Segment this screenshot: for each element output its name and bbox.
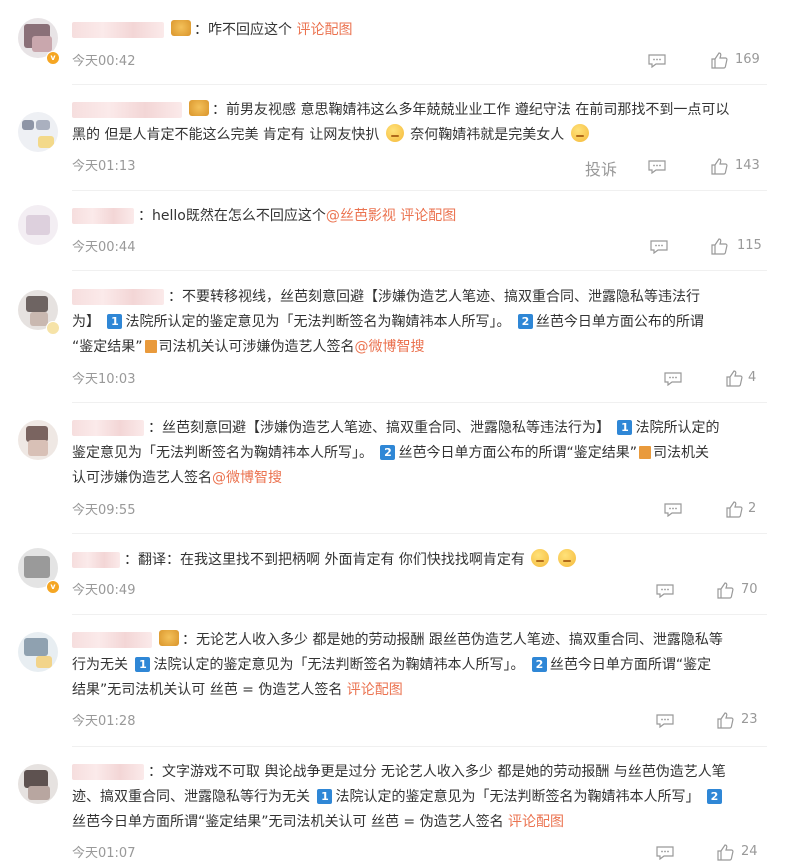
number-badge-icon: 1 xyxy=(107,314,123,329)
number-badge-icon: 1 xyxy=(317,789,333,804)
comment-icon[interactable] xyxy=(648,160,666,174)
emoji-icon xyxy=(385,124,404,142)
mention-link[interactable]: @丝芭影视 xyxy=(326,208,396,224)
avatar[interactable] xyxy=(18,632,58,672)
comment-text: ：不要转移视线，丝芭刻意回避【涉嫌伪造艺人笔迹、搞双重合同、泄露隐私等违法行 为… xyxy=(72,289,704,355)
like-count: 2 xyxy=(748,501,757,516)
comment-icon[interactable] xyxy=(664,503,682,517)
divider xyxy=(72,190,767,191)
like-icon[interactable] xyxy=(716,843,734,861)
like-count: 169 xyxy=(735,52,760,67)
timestamp: 今天10:03 xyxy=(72,372,136,387)
report-button[interactable]: 投诉 xyxy=(585,156,617,180)
emoji-icon xyxy=(531,549,550,567)
divider xyxy=(72,84,767,85)
mention-link[interactable]: @微博智搜 xyxy=(355,339,425,355)
comment-text: ：hello既然在怎么不回应这个@丝芭影视 评论配图 xyxy=(72,204,767,229)
username-blurred[interactable] xyxy=(72,552,120,568)
like-count: 23 xyxy=(741,712,758,727)
like-count: 115 xyxy=(737,238,762,253)
timestamp: 今天00:49 xyxy=(72,583,136,598)
image-link[interactable]: 评论配图 xyxy=(296,22,352,38)
verified-badge-icon: v xyxy=(46,580,60,594)
verified-badge-icon xyxy=(46,321,60,335)
avatar[interactable] xyxy=(18,205,58,245)
like-icon[interactable] xyxy=(716,711,734,729)
divider xyxy=(72,270,767,271)
verified-badge-icon: v xyxy=(46,51,60,65)
comment-text: ：无论艺人收入多少 都是她的劳动报酬 跟丝芭伪造艺人笔迹、搞双重合同、泄露隐私等… xyxy=(72,630,723,698)
comment-icon[interactable] xyxy=(650,240,668,254)
number-badge-icon: 2 xyxy=(380,445,396,460)
comment-icon[interactable] xyxy=(656,714,674,728)
emoji-icon xyxy=(570,124,589,142)
like-icon[interactable] xyxy=(725,369,743,387)
username-blurred[interactable] xyxy=(72,22,164,38)
comment-text: ：翻译：在我这里找不到把柄啊 外面肯定有 你们快找找啊肯定有 xyxy=(72,548,767,573)
like-icon[interactable] xyxy=(716,581,734,599)
number-badge-icon: 1 xyxy=(135,657,151,672)
divider xyxy=(72,614,767,615)
username-blurred[interactable] xyxy=(72,289,164,305)
comment-text: ：咋不回应这个 评论配图 xyxy=(72,18,767,43)
like-count: 70 xyxy=(741,582,758,597)
comment-icon[interactable] xyxy=(664,372,682,386)
comment-icon[interactable] xyxy=(648,54,666,68)
like-icon[interactable] xyxy=(710,51,728,69)
member-badge-icon xyxy=(171,20,191,36)
username-blurred[interactable] xyxy=(72,764,144,780)
like-count: 4 xyxy=(748,370,757,385)
divider xyxy=(72,402,767,403)
timestamp: 今天01:07 xyxy=(72,846,136,861)
timestamp: 今天09:55 xyxy=(72,503,136,518)
comment-text: ：前男友视感 意思鞠婧祎这么多年兢兢业业工作 遵纪守法 在前司那找不到一点可以 … xyxy=(72,100,730,143)
username-blurred[interactable] xyxy=(72,102,182,118)
timestamp: 今天01:28 xyxy=(72,714,136,729)
document-icon xyxy=(144,340,157,353)
number-badge-icon: 2 xyxy=(517,314,533,329)
like-count: 24 xyxy=(741,844,758,859)
divider xyxy=(72,746,767,747)
like-count: 143 xyxy=(735,158,760,173)
like-icon[interactable] xyxy=(710,157,728,175)
comment-text: ：文字游戏不可取 舆论战争更是过分 无论艺人收入多少 都是她的劳动报酬 与丝芭伪… xyxy=(72,764,726,830)
username-blurred[interactable] xyxy=(72,632,152,648)
like-icon[interactable] xyxy=(710,237,728,255)
username-blurred[interactable] xyxy=(72,420,144,436)
username-blurred[interactable] xyxy=(72,208,134,224)
number-badge-icon: 1 xyxy=(617,420,633,435)
image-link[interactable]: 评论配图 xyxy=(400,208,456,224)
timestamp: 今天00:44 xyxy=(72,240,136,255)
document-icon xyxy=(638,446,651,459)
member-badge-icon xyxy=(189,100,209,116)
avatar[interactable] xyxy=(18,112,58,152)
mention-link[interactable]: @微博智搜 xyxy=(212,470,282,486)
avatar[interactable] xyxy=(18,420,58,460)
timestamp: 今天00:42 xyxy=(72,54,136,69)
timestamp: 今天01:13 xyxy=(72,159,136,174)
emoji-icon xyxy=(557,549,576,567)
comment-text: ：丝芭刻意回避【涉嫌伪造艺人笔迹、搞双重合同、泄露隐私等违法行为】 1 法院所认定… xyxy=(72,420,720,486)
like-icon[interactable] xyxy=(725,500,743,518)
image-link[interactable]: 评论配图 xyxy=(508,814,564,830)
number-badge-icon: 2 xyxy=(531,657,547,672)
comment-icon[interactable] xyxy=(656,584,674,598)
divider xyxy=(72,533,767,534)
avatar[interactable] xyxy=(18,764,58,804)
member-badge-icon xyxy=(159,630,179,646)
image-link[interactable]: 评论配图 xyxy=(347,682,403,698)
number-badge-icon: 2 xyxy=(706,789,722,804)
